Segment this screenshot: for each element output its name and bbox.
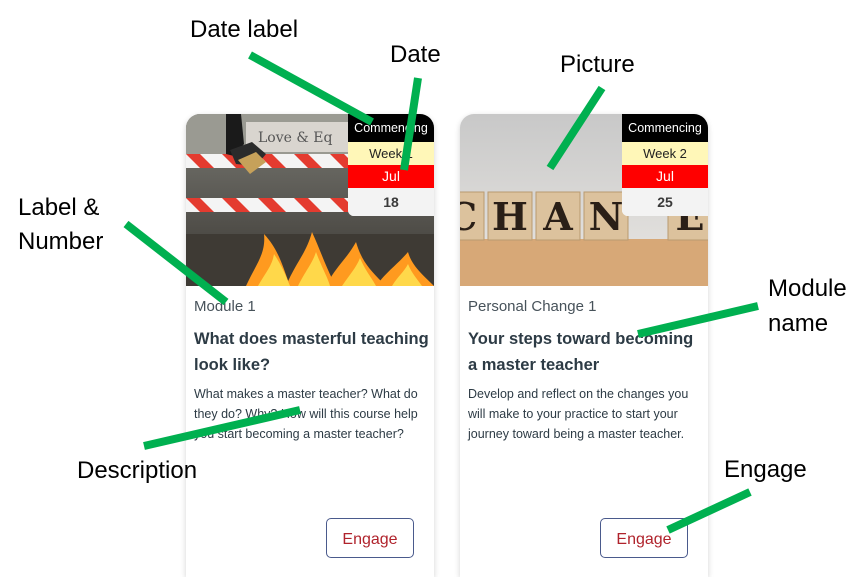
annotation-line-engage xyxy=(666,488,752,534)
annotation-description: Description xyxy=(77,457,198,484)
annotation-label-line1: Label & xyxy=(18,194,100,221)
annotation-lines xyxy=(123,51,759,534)
annotation-module-name-line1: Module xyxy=(768,275,847,302)
annotation-module-name-line2: name xyxy=(768,310,829,337)
annotation-date: Date xyxy=(390,41,441,68)
annotation-line-description xyxy=(143,406,301,450)
annotation-picture: Picture xyxy=(560,51,635,78)
annotation-engage: Engage xyxy=(724,456,807,483)
annotation-line-module-name xyxy=(637,302,759,338)
annotation-line-picture xyxy=(546,85,606,171)
annotation-line-date-label xyxy=(248,51,374,126)
annotation-line-date xyxy=(400,77,422,171)
annotation-line-label xyxy=(123,220,229,306)
annotation-label-line2: Number xyxy=(18,228,104,255)
annotation-date-label: Date label xyxy=(190,16,299,43)
